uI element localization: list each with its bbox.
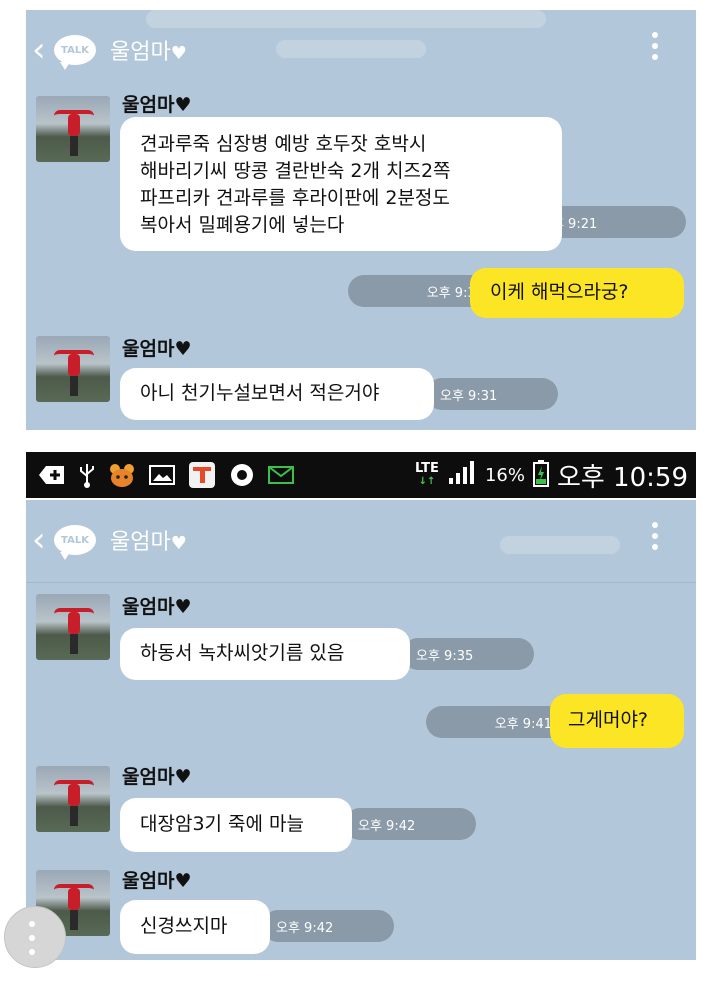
android-status-bar: LTE ↓↑ 16% 오후 10:59 xyxy=(26,452,696,498)
back-chevron-icon[interactable]: ‹ xyxy=(32,520,52,560)
avatar[interactable] xyxy=(36,336,110,402)
message-bubble[interactable]: 하동서 녹차씨앗기름 있음 xyxy=(120,628,410,680)
battery-charging-icon xyxy=(532,459,549,491)
chat-room-title: 울엄마♥ xyxy=(110,524,187,556)
message-bubble[interactable]: 대장암3기 죽에 마늘 xyxy=(120,798,352,852)
message-time: 오후 9:42 xyxy=(262,910,394,942)
sender-name: 울엄마♥ xyxy=(122,338,192,360)
clock: 오후 10:59 xyxy=(556,462,688,493)
lte-indicator: LTE ↓↑ xyxy=(415,461,439,487)
blurred-header-text xyxy=(276,40,426,58)
circle-icon xyxy=(228,460,256,490)
avatar[interactable] xyxy=(36,766,110,832)
message-icon xyxy=(268,460,294,490)
usb-icon xyxy=(78,460,96,490)
my-message-bubble[interactable]: 이케 해먹으라궁? xyxy=(470,268,684,318)
signal-icon xyxy=(447,460,477,490)
message-bubble[interactable]: 신경쓰지마 xyxy=(120,900,270,954)
sender-name: 울엄마♥ xyxy=(122,596,192,618)
chat-header: ‹ TALK 울엄마♥ xyxy=(26,500,696,580)
message-bubble[interactable]: 아니 천기누설보면서 적은거야 xyxy=(120,368,434,420)
kebab-menu-icon[interactable] xyxy=(652,522,658,555)
heart-icon: ♥ xyxy=(170,43,187,64)
t-store-icon xyxy=(188,460,216,490)
battery-percent: 16% xyxy=(484,464,525,486)
back-chevron-icon[interactable]: ‹ xyxy=(32,30,52,70)
message-time: 오후 9:41 xyxy=(426,706,566,738)
chat-screenshot-top: ‹ TALK 울엄마♥ 울엄마♥ 오후 9:21 견과루죽 심장병 예방 호두잣… xyxy=(26,10,696,430)
avatar[interactable] xyxy=(36,594,110,660)
avatar[interactable] xyxy=(36,96,110,162)
blurred-header-text xyxy=(500,536,620,554)
chat-header: ‹ TALK 울엄마♥ xyxy=(26,10,696,90)
header-divider xyxy=(26,582,696,583)
add-icon xyxy=(38,460,66,490)
sender-name: 울엄마♥ xyxy=(122,870,192,892)
floating-menu-button[interactable] xyxy=(4,906,66,968)
chat-room-name: 울엄마 xyxy=(110,40,171,65)
character-icon xyxy=(108,460,136,490)
kakaotalk-logo-icon: TALK xyxy=(54,35,96,70)
message-time: 오후 9:35 xyxy=(402,638,534,670)
chat-screenshot-bottom: ‹ TALK 울엄마♥ 울엄마♥ 오후 9:35 하동서 녹차씨앗기름 있음 오… xyxy=(26,500,696,960)
sender-name: 울엄마♥ xyxy=(122,766,192,788)
heart-icon: ♥ xyxy=(170,533,187,554)
my-message-bubble[interactable]: 그게머야? xyxy=(550,694,684,748)
sender-name: 울엄마♥ xyxy=(122,94,192,116)
chat-room-name: 울엄마 xyxy=(110,530,171,555)
gallery-icon xyxy=(148,460,176,490)
message-time: 오후 9:31 xyxy=(426,378,558,410)
kebab-menu-icon[interactable] xyxy=(652,32,658,65)
kakaotalk-logo-icon: TALK xyxy=(54,525,96,560)
chat-room-title: 울엄마♥ xyxy=(110,34,187,66)
message-bubble[interactable]: 견과루죽 심장병 예방 호두잣 호박시 해바리기씨 땅콩 결란반숙 2개 치즈2… xyxy=(120,117,562,251)
message-time: 오후 9:42 xyxy=(344,808,476,840)
